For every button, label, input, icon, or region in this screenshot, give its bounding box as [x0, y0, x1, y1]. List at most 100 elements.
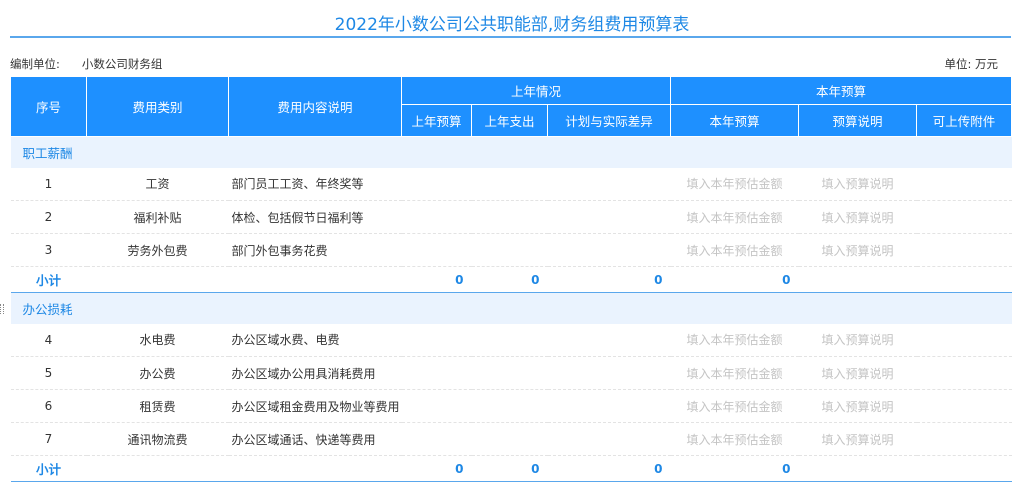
table-row: 2 福利补贴 体检、包括假节日福利等 填入本年预估金额 填入预算说明 — [10, 200, 1012, 234]
header-group-this-year: 本年预算 — [670, 76, 1013, 105]
cell-seq: 7 — [10, 422, 87, 456]
cell-diff — [547, 422, 671, 456]
cell-desc: 部门外包事务花费 — [228, 233, 402, 267]
cell-desc: 部门员工工资、年终奖等 — [228, 167, 402, 201]
cell-diff — [547, 389, 671, 423]
group-row: 职工薪酬 — [10, 136, 1012, 168]
cell-desc: 办公区域办公用具消耗费用 — [228, 356, 402, 390]
note-input[interactable]: 填入预算说明 — [798, 323, 917, 357]
amount-input[interactable]: 填入本年预估金额 — [670, 200, 799, 234]
cell-seq: 4 — [10, 323, 87, 357]
cell-last-spend[interactable] — [471, 422, 548, 456]
cell-desc: 体检、包括假节日福利等 — [228, 200, 402, 234]
amount-input[interactable]: 填入本年预估金额 — [670, 389, 799, 423]
cell-last-budget[interactable] — [401, 422, 472, 456]
attachment-cell[interactable] — [916, 200, 1012, 234]
amount-input[interactable]: 填入本年预估金额 — [670, 356, 799, 390]
header-last-spend: 上年支出 — [471, 104, 548, 137]
cell-seq: 2 — [10, 200, 87, 234]
table-row: 4 水电费 办公区域水费、电费 填入本年预估金额 填入预算说明 — [10, 323, 1012, 357]
header-budget-note: 预算说明 — [798, 104, 918, 137]
header-diff: 计划与实际差异 — [546, 104, 672, 137]
group-label: 办公损耗 — [10, 292, 1012, 324]
page-title: 2022年小数公司公共职能部,财务组费用预算表 — [334, 15, 690, 35]
header-category: 费用类别 — [86, 76, 229, 137]
attachment-cell[interactable] — [916, 422, 1012, 456]
note-input[interactable]: 填入预算说明 — [798, 422, 917, 456]
cell-category: 工资 — [86, 167, 229, 201]
amount-input[interactable]: 填入本年预估金额 — [670, 323, 799, 357]
header-seq: 序号 — [10, 76, 87, 137]
subtotal-label: 小计 — [10, 455, 87, 482]
table-row: 1 工资 部门员工工资、年终奖等 填入本年预估金额 填入预算说明 — [10, 167, 1012, 201]
cell-diff — [547, 167, 671, 201]
group-row: 办公损耗 — [10, 292, 1012, 324]
cell-category: 水电费 — [86, 323, 229, 357]
cell-last-budget[interactable] — [401, 323, 472, 357]
header-attachment: 可上传附件 — [916, 104, 1013, 137]
cell-last-budget[interactable] — [401, 233, 472, 267]
subtotal-this-budget: 0 — [670, 455, 799, 482]
cell-seq: 5 — [10, 356, 87, 390]
subtotal-row: 小计 0 0 0 0 — [10, 266, 1012, 293]
cell-last-spend[interactable] — [471, 389, 548, 423]
cell-last-budget[interactable] — [401, 167, 472, 201]
cell-last-spend[interactable] — [471, 167, 548, 201]
cell-category: 通讯物流费 — [86, 422, 229, 456]
note-input[interactable]: 填入预算说明 — [798, 167, 917, 201]
attachment-cell[interactable] — [916, 323, 1012, 357]
cell-last-spend[interactable] — [471, 200, 548, 234]
table-row: 3 劳务外包费 部门外包事务花费 填入本年预估金额 填入预算说明 — [10, 233, 1012, 267]
title-divider — [10, 36, 1011, 38]
subtotal-label: 小计 — [10, 266, 87, 293]
note-input[interactable]: 填入预算说明 — [798, 200, 917, 234]
budget-table: 序号 费用类别 费用内容说明 上年情况 本年预算 上年预算 上年支出 计划与实际… — [10, 76, 1013, 482]
note-input[interactable]: 填入预算说明 — [798, 233, 917, 267]
subtotal-this-budget: 0 — [670, 266, 799, 293]
cell-diff — [547, 356, 671, 390]
resize-handle[interactable] — [0, 304, 4, 314]
cell-category: 福利补贴 — [86, 200, 229, 234]
unit-label: 单位: 万元 — [944, 57, 998, 71]
subtotal-last-spend: 0 — [471, 455, 548, 482]
table-row: 7 通讯物流费 办公区域通话、快递等费用 填入本年预估金额 填入预算说明 — [10, 422, 1012, 456]
header-last-budget: 上年预算 — [401, 104, 472, 137]
cell-last-spend[interactable] — [471, 356, 548, 390]
header-group-last-year: 上年情况 — [400, 76, 672, 105]
attachment-cell[interactable] — [916, 167, 1012, 201]
attachment-cell[interactable] — [916, 356, 1012, 390]
table-row: 6 租赁费 办公区域租金费用及物业等费用 填入本年预估金额 填入预算说明 — [10, 389, 1012, 423]
cell-seq: 3 — [10, 233, 87, 267]
subtotal-last-budget: 0 — [401, 455, 472, 482]
cell-diff — [547, 323, 671, 357]
subtotal-row: 小计 0 0 0 0 — [10, 455, 1012, 482]
header-desc: 费用内容说明 — [228, 76, 402, 137]
cell-last-budget[interactable] — [401, 356, 472, 390]
table-row: 5 办公费 办公区域办公用具消耗费用 填入本年预估金额 填入预算说明 — [10, 356, 1012, 390]
org-value: 小数公司财务组 — [81, 57, 163, 71]
note-input[interactable]: 填入预算说明 — [798, 356, 917, 390]
cell-last-budget[interactable] — [401, 389, 472, 423]
subtotal-last-spend: 0 — [471, 266, 548, 293]
group-label: 职工薪酬 — [10, 136, 1012, 168]
cell-last-spend[interactable] — [471, 233, 548, 267]
cell-desc: 办公区域水费、电费 — [228, 323, 402, 357]
cell-category: 办公费 — [86, 356, 229, 390]
note-input[interactable]: 填入预算说明 — [798, 389, 917, 423]
subtotal-last-budget: 0 — [401, 266, 472, 293]
org-info: 编制单位: 小数公司财务组 — [10, 56, 162, 72]
amount-input[interactable]: 填入本年预估金额 — [670, 422, 799, 456]
cell-category: 劳务外包费 — [86, 233, 229, 267]
attachment-cell[interactable] — [916, 389, 1012, 423]
subtotal-diff: 0 — [547, 266, 671, 293]
amount-input[interactable]: 填入本年预估金额 — [670, 233, 799, 267]
cell-diff — [547, 200, 671, 234]
cell-seq: 6 — [10, 389, 87, 423]
cell-last-spend[interactable] — [471, 323, 548, 357]
cell-seq: 1 — [10, 167, 87, 201]
attachment-cell[interactable] — [916, 233, 1012, 267]
cell-last-budget[interactable] — [401, 200, 472, 234]
cell-category: 租赁费 — [86, 389, 229, 423]
org-label: 编制单位: — [10, 57, 60, 71]
amount-input[interactable]: 填入本年预估金额 — [670, 167, 799, 201]
